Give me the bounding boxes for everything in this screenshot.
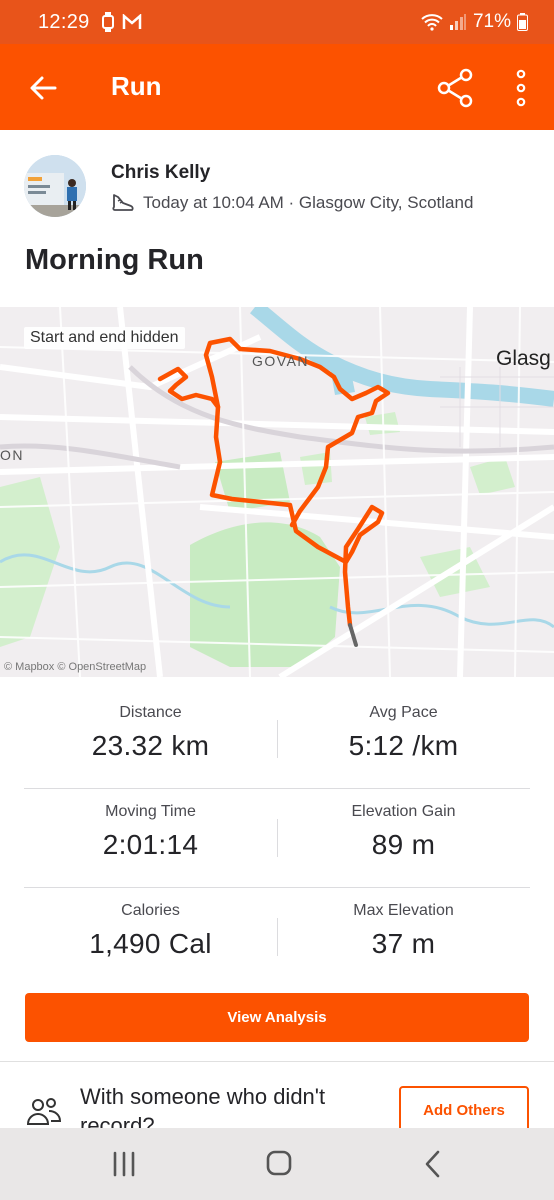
back-nav-icon[interactable]	[414, 1148, 454, 1180]
watch-icon	[101, 12, 114, 32]
stat-label: Calories	[121, 902, 180, 919]
add-others-section: With someone who didn't record? Add Othe…	[0, 1078, 554, 1128]
signal-icon	[449, 14, 466, 30]
stat-value: 23.32 km	[91, 730, 210, 761]
battery-icon	[517, 13, 528, 31]
battery-percent: 71%	[472, 11, 511, 32]
activity-meta-text: Today at 10:04 AM · Glasgow City, Scotla…	[143, 193, 474, 212]
stat-row: Calories 1,490 Cal Max Elevation 37 m	[24, 888, 530, 987]
stats-grid: Distance 23.32 km Avg Pace 5:12 /km Movi…	[24, 690, 530, 987]
stat-label: Distance	[119, 704, 182, 721]
with-someone-text: With someone who didn't record?	[80, 1084, 326, 1128]
section-divider	[0, 1061, 554, 1062]
wifi-icon	[421, 14, 443, 31]
map-label-govan: GOVAN	[252, 353, 310, 369]
route-map[interactable]: Start and end hidden GOVAN Glasg ON © Ma…	[0, 307, 554, 677]
add-others-button[interactable]: Add Others	[399, 1086, 529, 1128]
gmail-icon	[122, 14, 141, 29]
stat-value: 1,490 Cal	[89, 928, 212, 959]
stat-value: 5:12 /km	[348, 730, 459, 761]
status-bar: 12:29 71%	[0, 0, 554, 44]
stat-label: Moving Time	[105, 803, 196, 820]
system-nav-bar	[0, 1128, 554, 1200]
map-label-glasgow: Glasg	[496, 347, 551, 370]
privacy-badge: Start and end hidden	[24, 327, 185, 349]
athlete-name[interactable]: Chris Kelly	[111, 162, 210, 184]
page-title: Run	[111, 71, 162, 101]
stat-value: 2:01:14	[102, 829, 199, 860]
map-attribution[interactable]: © Mapbox © OpenStreetMap	[4, 661, 146, 673]
avatar[interactable]	[24, 155, 86, 217]
stat-value: 89 m	[371, 829, 436, 860]
stat-row: Distance 23.32 km Avg Pace 5:12 /km	[24, 690, 530, 789]
stat-row: Moving Time 2:01:14 Elevation Gain 89 m	[24, 789, 530, 888]
running-shoe-icon	[112, 194, 134, 211]
stat-moving-time: Moving Time 2:01:14	[24, 803, 277, 861]
stat-max-elevation: Max Elevation 37 m	[277, 902, 530, 960]
stat-value: 37 m	[371, 928, 436, 959]
back-arrow-icon[interactable]	[28, 73, 58, 103]
clock: 12:29	[38, 10, 90, 33]
group-people-icon	[26, 1098, 62, 1125]
app-bar: Run	[0, 44, 554, 130]
recent-apps-icon[interactable]	[104, 1148, 144, 1180]
stat-elevation-gain: Elevation Gain 89 m	[277, 803, 530, 861]
map-label-edge: ON	[0, 447, 24, 463]
view-analysis-button[interactable]: View Analysis	[25, 993, 529, 1042]
stat-label: Avg Pace	[369, 704, 438, 721]
more-vertical-icon[interactable]	[512, 69, 530, 107]
stat-label: Elevation Gain	[351, 803, 456, 820]
share-icon[interactable]	[436, 68, 474, 108]
athlete-header: Chris Kelly Today at 10:04 AM · Glasgow …	[24, 155, 534, 219]
home-icon[interactable]	[259, 1148, 299, 1180]
stat-avg-pace: Avg Pace 5:12 /km	[277, 704, 530, 762]
activity-meta: Today at 10:04 AM · Glasgow City, Scotla…	[111, 192, 473, 214]
notification-icons	[101, 12, 142, 32]
stat-label: Max Elevation	[353, 902, 454, 919]
stat-distance: Distance 23.32 km	[24, 704, 277, 762]
activity-title: Morning Run	[25, 244, 204, 276]
stat-calories: Calories 1,490 Cal	[24, 902, 277, 960]
